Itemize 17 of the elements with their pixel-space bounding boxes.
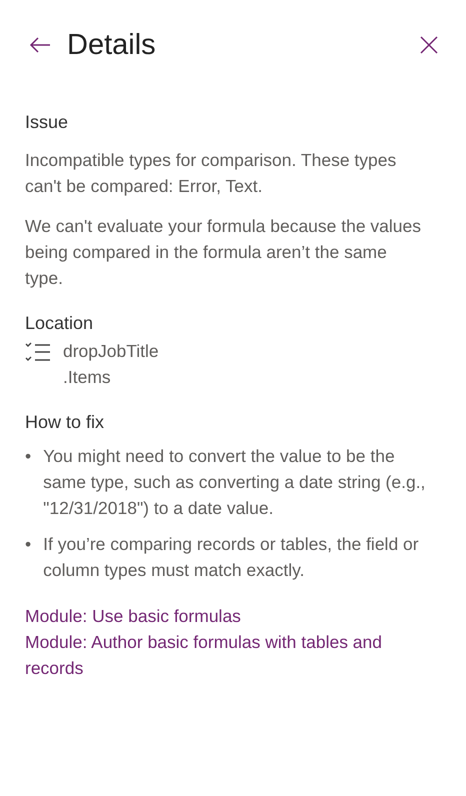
property-name: .Items [63,366,112,389]
control-name: dropJobTitle [63,340,159,363]
bullet-marker: • [25,445,32,468]
panel-title: Details [67,28,157,62]
section-heading: Location [25,313,94,334]
issue-summary: Incompatible types for comparison. These types can't be compared: Error, Text. [25,149,398,198]
checklist-icon [25,342,51,362]
issue-explanation: We can't evaluate your formula because the values being compared in the formula aren’t the same type. [25,215,422,290]
fix-tip: You might need to convert the value to be the same type, such as converting a date string (e.g., "12/31/2018") to a date value. [43,445,426,520]
module-link[interactable]: Module: Author basic formulas with tables and records [25,629,426,681]
fix-tip: If you’re comparing records or tables, the field or column types must match exactly. [43,533,420,582]
bullet-marker: • [25,533,32,556]
close-icon [420,36,438,54]
back-arrow-icon [29,36,51,54]
module-link[interactable]: Module: Use basic formulas [25,603,426,629]
section-heading: How to fix [25,412,106,433]
section-heading: Issue [25,112,70,133]
